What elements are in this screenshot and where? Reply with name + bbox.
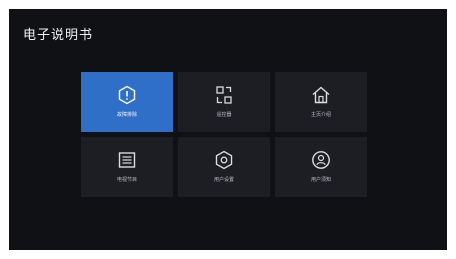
tile-user-settings[interactable]: 用户设置 [178, 137, 270, 197]
tv-screen: 电子说明书 故障排除 遥控器 主页介绍 电视节目 用户设置 用户须知 [9, 9, 447, 250]
page-title: 电子说明书 [23, 28, 94, 43]
tv-program-icon [117, 150, 137, 170]
tile-label: 遥控器 [216, 112, 232, 118]
tile-label: 电视节目 [116, 177, 137, 183]
tile-label: 故障排除 [116, 112, 137, 118]
tile-troubleshooting[interactable]: 故障排除 [81, 72, 173, 132]
settings-hexagon-icon [214, 150, 234, 170]
tile-home-intro[interactable]: 主页介绍 [275, 72, 367, 132]
tile-user-notice[interactable]: 用户须知 [275, 137, 367, 197]
tile-tv-programs[interactable]: 电视节目 [81, 137, 173, 197]
info-hexagon-icon [117, 85, 137, 105]
menu-grid: 故障排除 遥控器 主页介绍 电视节目 用户设置 用户须知 [81, 72, 367, 197]
tile-label: 主页介绍 [310, 112, 331, 118]
tile-label: 用户须知 [310, 177, 331, 183]
tile-label: 用户设置 [213, 177, 234, 183]
remote-icon [214, 85, 234, 105]
tile-remote-control[interactable]: 遥控器 [178, 72, 270, 132]
home-icon [311, 85, 331, 105]
user-notice-icon [311, 150, 331, 170]
